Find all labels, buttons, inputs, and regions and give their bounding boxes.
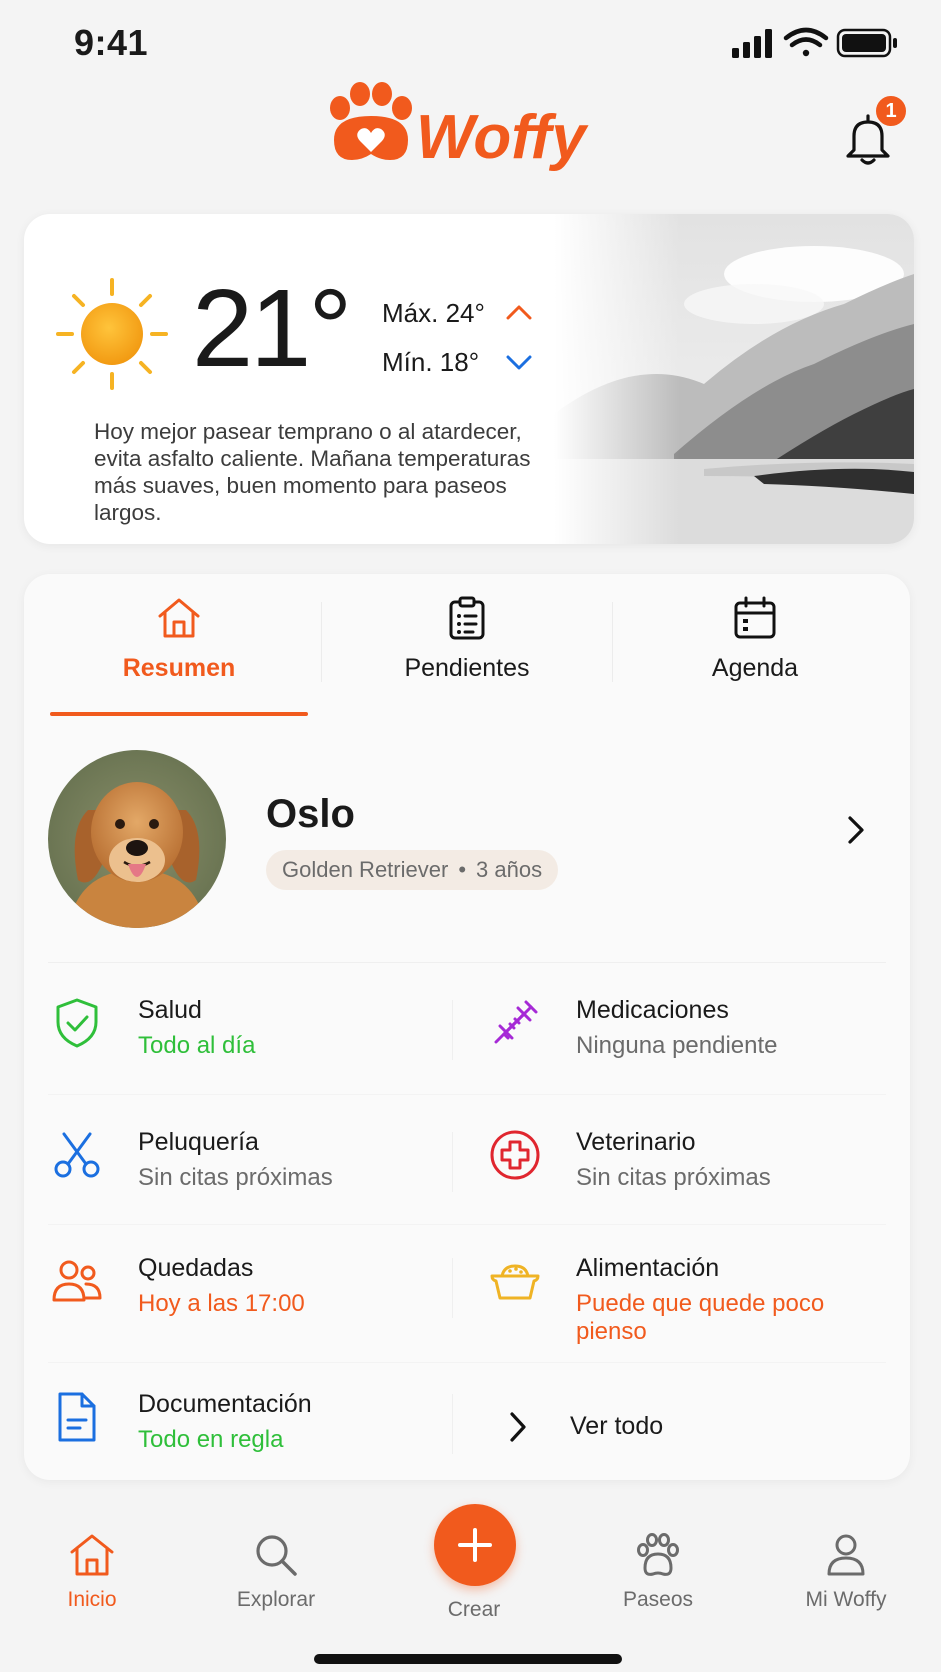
cell-status: Todo al día — [138, 1032, 256, 1059]
search-icon — [256, 1535, 297, 1576]
create-button[interactable] — [434, 1504, 516, 1586]
notification-badge: 1 — [874, 94, 908, 128]
arrow-down-icon — [506, 355, 532, 370]
column-divider — [452, 1258, 453, 1318]
column-divider — [452, 1132, 453, 1192]
cell-title: Veterinario — [576, 1128, 696, 1156]
app-name: Woffy — [416, 103, 589, 172]
battery-icon — [836, 28, 897, 58]
cell-status: Todo en regla — [138, 1426, 284, 1453]
sun-icon — [56, 278, 168, 390]
nav-label: Mi Woffy — [805, 1588, 887, 1611]
calendar-icon — [734, 596, 776, 639]
tab-agenda[interactable]: Agenda — [620, 594, 890, 694]
nav-paseos[interactable]: Paseos — [588, 1530, 728, 1612]
alimentacion-item[interactable]: Alimentación Puede que quede poco pienso — [462, 1254, 882, 1374]
dog-photo — [48, 750, 226, 928]
nav-label: Paseos — [622, 1588, 694, 1611]
cell-title: Salud — [138, 996, 202, 1024]
nav-explorar[interactable]: Explorar — [206, 1530, 346, 1612]
pet-name: Oslo — [266, 792, 355, 836]
landscape-image — [554, 214, 914, 544]
paw-heart-logo-icon — [330, 82, 412, 160]
home-icon — [70, 1534, 114, 1576]
syringe-icon — [494, 1000, 538, 1044]
summary-card: Resumen Pendientes Agenda Oslo Golden Re… — [24, 574, 910, 1480]
divider — [48, 962, 886, 963]
ver-todo-button[interactable]: Ver todo — [506, 1406, 846, 1456]
nav-mi-woffy[interactable]: Mi Woffy — [776, 1530, 916, 1612]
nav-label: Inicio — [67, 1588, 117, 1611]
user-icon — [827, 1534, 865, 1576]
cell-title: Medicaciones — [576, 996, 729, 1024]
tab-label: Resumen — [122, 654, 236, 682]
min-temperature: Mín. 18° — [382, 347, 480, 377]
tab-resumen[interactable]: Resumen — [44, 594, 314, 694]
active-tab-indicator — [50, 712, 308, 716]
status-time: 9:41 — [74, 22, 149, 63]
nav-inicio[interactable]: Inicio — [22, 1530, 162, 1612]
food-bowl-icon — [490, 1264, 540, 1300]
medicaciones-item[interactable]: Medicaciones Ninguna pendiente — [462, 996, 882, 1106]
people-icon — [52, 1260, 102, 1302]
home-icon — [158, 598, 200, 638]
create-label: Crear — [447, 1598, 501, 1621]
column-divider — [452, 1000, 453, 1060]
cell-title: Documentación — [138, 1390, 312, 1418]
cell-title: Alimentación — [576, 1254, 720, 1282]
tab-divider — [612, 602, 613, 682]
divider — [48, 1224, 886, 1225]
quedadas-item[interactable]: Quedadas Hoy a las 17:00 — [24, 1254, 444, 1364]
tab-pendientes[interactable]: Pendientes — [332, 594, 602, 694]
medical-cross-icon — [490, 1130, 540, 1180]
arrow-up-icon — [506, 305, 532, 320]
pet-breed-chip: Golden Retriever • 3 años — [266, 850, 559, 890]
nav-label: Explorar — [236, 1588, 316, 1611]
weather-advice: Hoy mejor pasear temprano o al atardecer… — [94, 419, 531, 525]
shield-check-icon — [56, 998, 98, 1048]
home-indicator — [314, 1654, 622, 1664]
pet-breed: Golden Retriever — [282, 857, 449, 882]
weather-card: 21° Máx. 24° Mín. 18° Hoy mejor pasear t… — [24, 214, 914, 544]
signal-icon — [732, 29, 772, 58]
veterinario-item[interactable]: Veterinario Sin citas próximas — [462, 1128, 882, 1238]
woffy-logo: Woffy — [330, 82, 589, 172]
column-divider — [452, 1394, 453, 1454]
wifi-icon — [783, 27, 829, 57]
divider — [48, 1094, 886, 1095]
document-icon — [58, 1392, 96, 1442]
tab-label: Pendientes — [404, 654, 530, 682]
paw-icon — [637, 1533, 679, 1576]
cell-status: Sin citas próximas — [138, 1164, 333, 1191]
salud-item[interactable]: Salud Todo al día — [24, 996, 444, 1106]
pet-avatar[interactable] — [48, 750, 226, 928]
cell-status: Hoy a las 17:00 — [138, 1290, 305, 1317]
cell-status: Sin citas próximas — [576, 1164, 771, 1191]
clipboard-icon — [449, 596, 485, 640]
tab-label: Agenda — [711, 654, 799, 682]
documentacion-item[interactable]: Documentación Todo en regla — [24, 1390, 444, 1500]
dot-separator: • — [458, 857, 467, 882]
chevron-right-icon[interactable] — [842, 812, 870, 848]
status-icons — [732, 27, 897, 58]
scissors-icon — [54, 1132, 100, 1178]
max-temperature: Máx. 24° — [382, 298, 485, 328]
ver-todo-label: Ver todo — [570, 1412, 664, 1440]
pet-age: 3 años — [476, 857, 543, 882]
cell-status: Puede que quede poco pienso — [576, 1290, 825, 1345]
cell-status: Ninguna pendiente — [576, 1032, 778, 1059]
cell-title: Quedadas — [138, 1254, 254, 1282]
cell-title: Peluquería — [138, 1128, 259, 1156]
tab-divider — [321, 602, 322, 682]
divider — [48, 1362, 886, 1363]
current-temperature: 21° — [192, 267, 352, 390]
chevron-right-icon — [510, 1412, 526, 1442]
peluqueria-item[interactable]: Peluquería Sin citas próximas — [24, 1128, 444, 1238]
plus-icon — [458, 1528, 492, 1562]
